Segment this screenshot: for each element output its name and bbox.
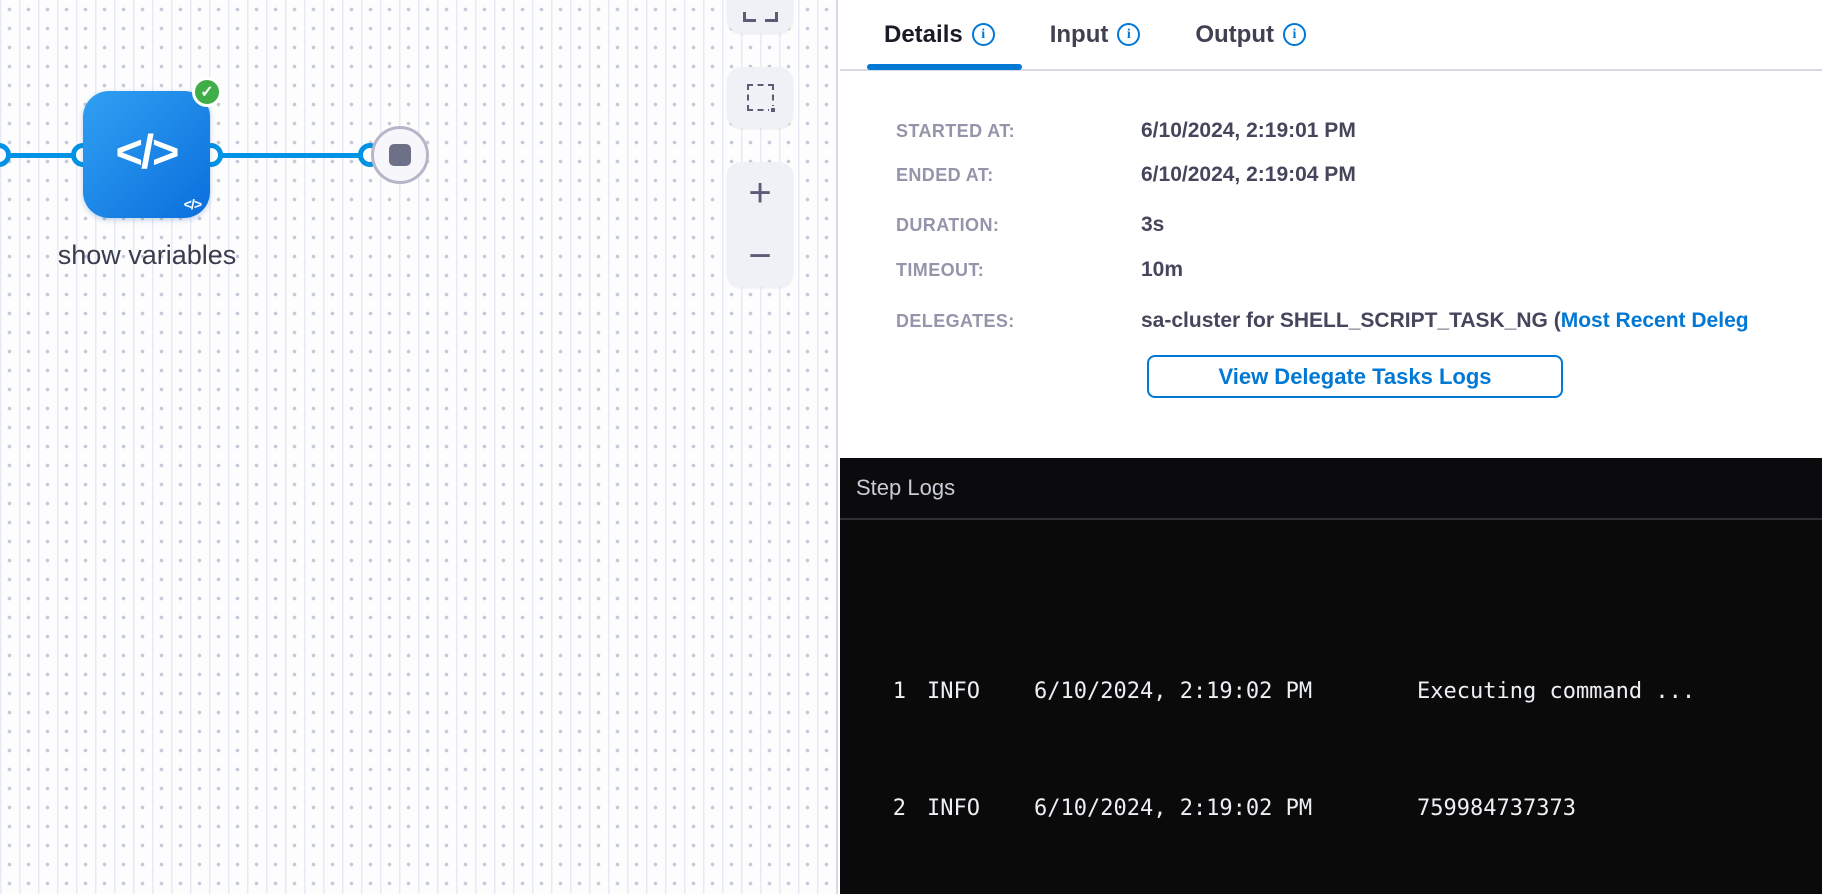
log-line-number: 2 [880, 789, 906, 828]
zoom-out-button[interactable]: − [748, 236, 771, 276]
view-delegate-task-logs-button[interactable]: View Delegate Tasks Logs [1147, 355, 1563, 398]
log-level: INFO [927, 789, 1034, 828]
marquee-select-button[interactable] [727, 67, 793, 128]
log-console[interactable]: 1INFO6/10/2024, 2:19:02 PMExecuting comm… [840, 520, 1822, 894]
log-timestamp: 6/10/2024, 2:19:02 PM [1034, 789, 1417, 828]
detail-value: 6/10/2024, 2:19:01 PM [1141, 119, 1356, 143]
detail-row-timeout: TIMEOUT: 10m [896, 257, 1822, 283]
details-section: STARTED AT: 6/10/2024, 2:19:01 PM ENDED … [840, 71, 1822, 456]
tab-output-label: Output [1195, 21, 1274, 49]
detail-row-ended: ENDED AT: 6/10/2024, 2:19:04 PM [896, 162, 1822, 188]
log-level: INFO [927, 672, 1034, 711]
tab-input[interactable]: Input i [1050, 21, 1141, 49]
pipeline-canvas[interactable]: </> </> ✓ show variables + − [0, 0, 838, 894]
detail-row-started: STARTED AT: 6/10/2024, 2:19:01 PM [896, 118, 1822, 144]
detail-label: DELEGATES: [896, 311, 1141, 332]
tab-output[interactable]: Output i [1195, 21, 1306, 49]
step-logs-title: Step Logs [856, 475, 955, 501]
marquee-select-icon [747, 84, 774, 111]
detail-label: STARTED AT: [896, 121, 1141, 142]
success-check-icon: ✓ [192, 77, 222, 107]
pipeline-execution-screen: </> </> ✓ show variables + − Details i I [0, 0, 1822, 894]
detail-label: ENDED AT: [896, 165, 1141, 186]
log-line-number: 1 [880, 672, 906, 711]
stop-icon [389, 144, 411, 166]
fit-view-icon [743, 12, 778, 22]
log-line: 1 INFO6/10/2024, 2:19:02 PMExecuting comm… [880, 672, 1822, 711]
detail-value: 3s [1141, 213, 1164, 237]
details-tabbar: Details i Input i Output i [840, 0, 1822, 71]
log-timestamp: 6/10/2024, 2:19:02 PM [1034, 672, 1417, 711]
log-message: Executing command ... [1417, 679, 1695, 704]
port-canvas-edge [0, 143, 11, 167]
log-message: 759984737373 [1417, 796, 1576, 821]
detail-row-duration: DURATION: 3s [896, 212, 1822, 238]
step-logs-panel: Step Logs 1INFO6/10/2024, 2:19:02 PMExec… [840, 458, 1822, 894]
log-line: 2 INFO6/10/2024, 2:19:02 PM759984737373 [880, 789, 1822, 828]
step-logs-header[interactable]: Step Logs [840, 458, 1822, 520]
edge-outgoing [205, 153, 370, 158]
code-icon: </> [83, 124, 210, 179]
detail-row-delegates: DELEGATES: sa-cluster for SHELL_SCRIPT_T… [896, 308, 1822, 334]
info-icon[interactable]: i [1283, 23, 1306, 46]
tab-details-label: Details [884, 21, 963, 49]
detail-label: TIMEOUT: [896, 260, 1141, 281]
shell-script-mini-icon: </> [184, 196, 201, 212]
tab-details[interactable]: Details i [884, 21, 995, 49]
active-tab-indicator [867, 64, 1022, 70]
detail-label: DURATION: [896, 215, 1141, 236]
zoom-in-button[interactable]: + [748, 173, 771, 213]
info-icon[interactable]: i [1117, 23, 1140, 46]
info-icon[interactable]: i [972, 23, 995, 46]
delegates-value: sa-cluster for SHELL_SCRIPT_TASK_NG ( [1141, 309, 1561, 333]
detail-value: 10m [1141, 258, 1183, 282]
step-node-label: show variables [40, 240, 254, 271]
detail-value: 6/10/2024, 2:19:04 PM [1141, 163, 1356, 187]
step-node-show-variables[interactable]: </> </> [83, 91, 210, 218]
tab-input-label: Input [1050, 21, 1109, 49]
zoom-controls: + − [727, 162, 793, 287]
most-recent-delegate-link[interactable]: Most Recent Deleg [1561, 309, 1749, 333]
end-node[interactable] [371, 126, 429, 184]
fit-view-button[interactable] [727, 0, 793, 33]
